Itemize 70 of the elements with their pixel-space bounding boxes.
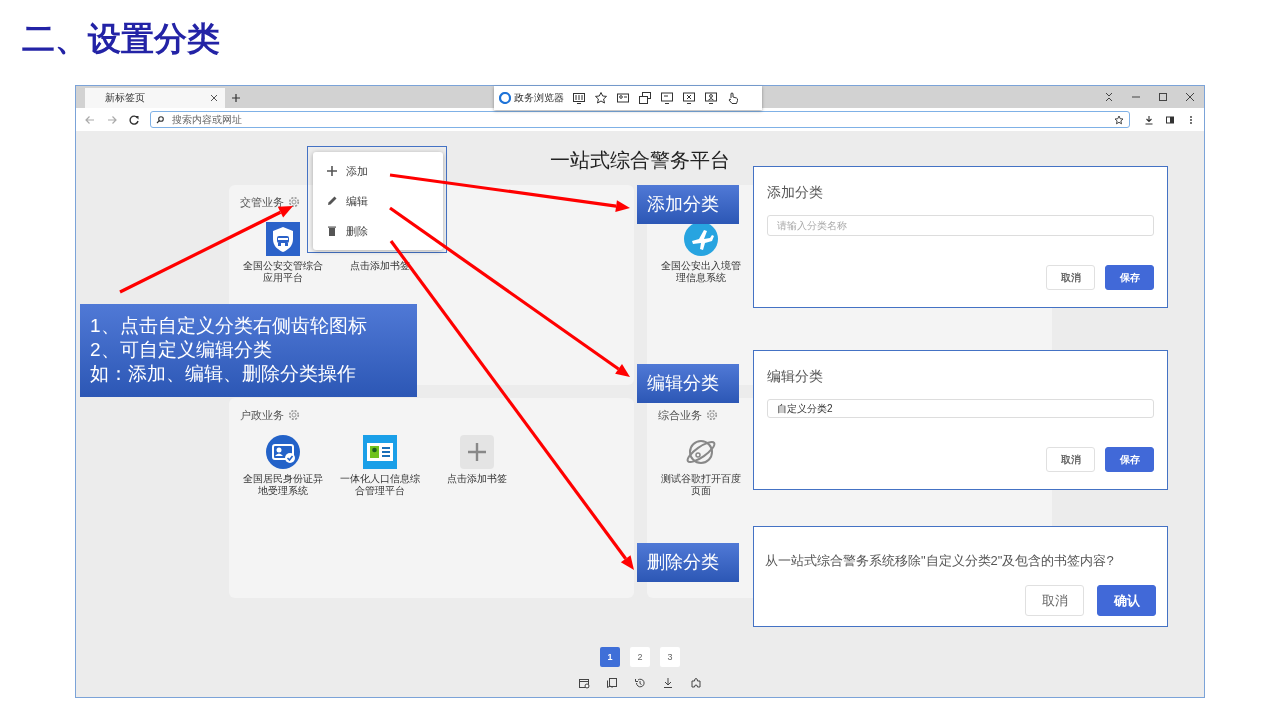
equalizer-icon[interactable]: [572, 91, 586, 105]
settings-icon[interactable]: [287, 196, 300, 208]
stacked-windows-icon[interactable]: [638, 91, 652, 105]
puzzle-icon[interactable]: [690, 677, 702, 689]
cancel-button[interactable]: 取消: [1046, 265, 1095, 290]
monitor-cross-icon[interactable]: [682, 91, 696, 105]
close-icon[interactable]: [210, 94, 218, 102]
cancel-button[interactable]: 取消: [1046, 447, 1095, 472]
callout-line: 如：添加、编辑、删除分类操作: [90, 362, 357, 386]
callout-label: 删除分类: [637, 543, 739, 582]
star-icon[interactable]: [594, 91, 608, 105]
dialog-title: 编辑分类: [767, 368, 824, 385]
callout-line: 1、点击自定义分类右侧齿轮图标: [90, 314, 368, 338]
browser-tab[interactable]: 新标签页: [85, 88, 225, 108]
save-button[interactable]: 保存: [1105, 447, 1154, 472]
callout-label: 编辑分类: [637, 364, 739, 403]
new-tab-icon[interactable]: [231, 93, 241, 103]
add-icon: [459, 435, 494, 469]
bookmark-label[interactable]: 一体化人口信息综合管理平台: [335, 473, 424, 497]
download-icon[interactable]: [1144, 114, 1154, 125]
plus-icon: [326, 165, 338, 177]
pencil-icon: [326, 195, 338, 207]
callout-line: 2、可自定义编辑分类: [90, 338, 273, 362]
category-title: 户政业务: [239, 407, 284, 423]
page-button[interactable]: 2: [630, 647, 650, 667]
confirm-button[interactable]: 确认: [1097, 585, 1156, 616]
slide-title: 二、设置分类: [22, 19, 221, 59]
dialog-title: 添加分类: [767, 184, 824, 201]
monitor-user-icon[interactable]: [704, 91, 718, 105]
shield-car-icon: [265, 222, 300, 256]
bookmark-label[interactable]: 全国居民身份证异地受理系统: [238, 473, 327, 497]
dialog-message: 从一站式综合警务系统移除"自定义分类2"及包含的书签内容?: [765, 553, 1115, 569]
bookmark-label[interactable]: 点击添加书签: [432, 473, 521, 485]
bookmark-icon[interactable]: [606, 677, 618, 689]
extension-label: 政务浏览器: [514, 91, 564, 105]
collapse-icon[interactable]: [1104, 92, 1114, 102]
category-title: 综合业务: [657, 407, 702, 423]
page-button[interactable]: 3: [660, 647, 680, 667]
profile-card-icon: [362, 435, 397, 469]
cancel-button[interactable]: 取消: [1025, 585, 1084, 616]
airplane-icon: [683, 222, 718, 256]
page-button[interactable]: 1: [600, 647, 620, 667]
bookmark-label[interactable]: 测试谷歌打开百度页面: [656, 473, 745, 497]
monitor-icon[interactable]: [660, 91, 674, 105]
contact-card-icon[interactable]: [616, 91, 630, 105]
callout-label: 添加分类: [637, 185, 739, 224]
category-title: 交管业务: [239, 194, 284, 210]
maximize-icon[interactable]: [1158, 92, 1168, 102]
trash-icon: [326, 225, 338, 237]
star-icon[interactable]: [1114, 114, 1124, 125]
menu-item[interactable]: 添加: [313, 156, 443, 186]
history-icon[interactable]: [634, 677, 646, 689]
page-title: 一站式综合警务平台: [550, 148, 730, 172]
reload-icon[interactable]: [128, 113, 140, 126]
input-field[interactable]: 自定义分类2: [767, 399, 1154, 418]
bookmark-label[interactable]: 全国公安出入境管理信息系统: [656, 260, 745, 284]
input-field[interactable]: 请输入分类名称: [767, 215, 1154, 236]
search-icon: [156, 115, 164, 124]
id-card-icon: [265, 435, 300, 469]
save-button[interactable]: 保存: [1105, 265, 1154, 290]
browser-logo-icon: [499, 92, 511, 104]
menu-item[interactable]: 删除: [313, 216, 443, 246]
address-bar[interactable]: 搜索内容或网址: [150, 111, 1130, 128]
browser-window-icon[interactable]: [578, 677, 590, 689]
menu-item[interactable]: 编辑: [313, 186, 443, 216]
bookmark-label[interactable]: 全国公安交管综合应用平台: [238, 260, 327, 284]
address-input[interactable]: 搜索内容或网址: [172, 112, 1106, 127]
sidebar-icon[interactable]: [1165, 114, 1175, 125]
close-icon[interactable]: [1185, 92, 1195, 102]
download-icon[interactable]: [662, 677, 674, 689]
